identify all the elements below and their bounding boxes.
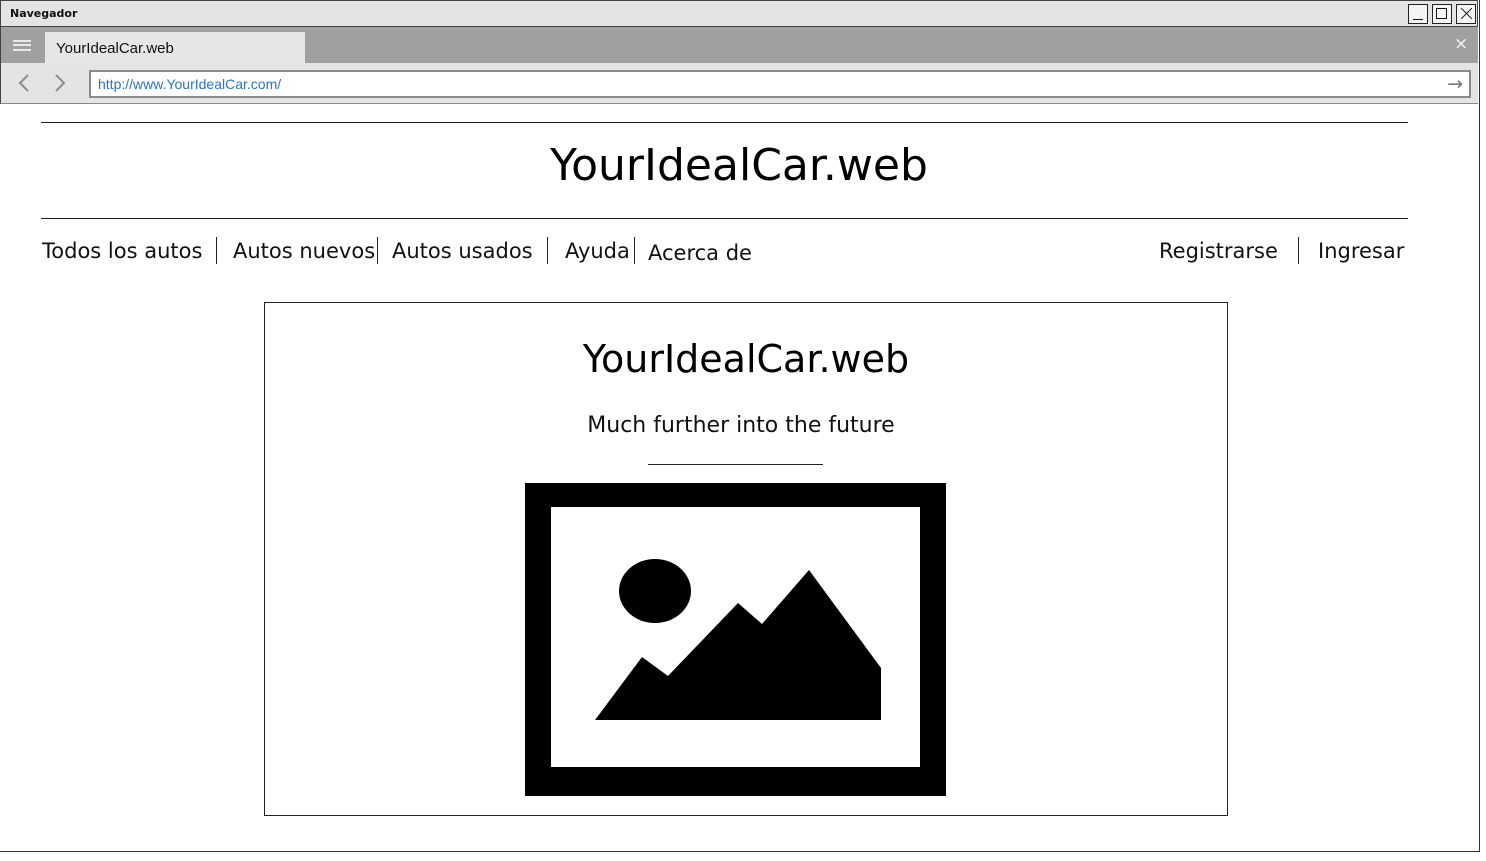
hamburger-menu-icon[interactable] <box>13 40 31 51</box>
nav-link-ayuda[interactable]: Ayuda <box>565 239 630 263</box>
close-window-button[interactable] <box>1456 4 1476 24</box>
nav-separator <box>377 237 378 264</box>
site-title: YourIdealCar.web <box>550 140 928 191</box>
nav-link-autos-usados[interactable]: Autos usados <box>392 239 533 263</box>
image-placeholder-icon <box>525 483 946 796</box>
nav-link-acerca-de[interactable]: Acerca de <box>648 241 752 265</box>
go-arrow-icon[interactable]: → <box>1447 72 1463 96</box>
header-bottom-divider <box>41 218 1408 219</box>
register-link[interactable]: Registrarse <box>1159 239 1278 263</box>
url-input[interactable]: http://www.YourIdealCar.com/ → <box>89 70 1471 98</box>
window-title: Navegador <box>10 7 78 20</box>
address-bar-area: http://www.YourIdealCar.com/ → <box>0 63 1478 104</box>
header-top-divider <box>41 122 1408 123</box>
url-text: http://www.YourIdealCar.com/ <box>98 76 282 92</box>
login-link[interactable]: Ingresar <box>1318 239 1404 263</box>
nav-separator <box>547 237 548 264</box>
nav-separator <box>1298 237 1299 264</box>
hero-subtitle: Much further into the future <box>587 413 895 438</box>
tab-title: YourIdealCar.web <box>56 40 174 57</box>
browser-window: Navegador YourIdealCar.web × http://www.… <box>0 0 1480 852</box>
close-tab-icon[interactable]: × <box>1454 34 1468 54</box>
maximize-button[interactable] <box>1432 4 1452 24</box>
nav-link-autos-nuevos[interactable]: Autos nuevos <box>233 239 375 263</box>
nav-separator <box>634 237 635 264</box>
back-button[interactable] <box>17 72 31 99</box>
hero-panel: YourIdealCar.web Much further into the f… <box>264 302 1228 816</box>
nav-link-todos-los-autos[interactable]: Todos los autos <box>42 239 202 263</box>
chevron-left-icon <box>18 74 29 92</box>
hero-title: YourIdealCar.web <box>582 337 910 381</box>
minimize-button[interactable] <box>1408 4 1428 24</box>
nav-separator <box>216 237 217 264</box>
tab-active[interactable]: YourIdealCar.web <box>45 32 305 63</box>
window-titlebar: Navegador <box>0 0 1478 27</box>
tab-strip: YourIdealCar.web × <box>0 27 1478 63</box>
forward-button[interactable] <box>53 72 67 99</box>
hero-divider <box>648 464 823 465</box>
chevron-right-icon <box>55 74 66 92</box>
